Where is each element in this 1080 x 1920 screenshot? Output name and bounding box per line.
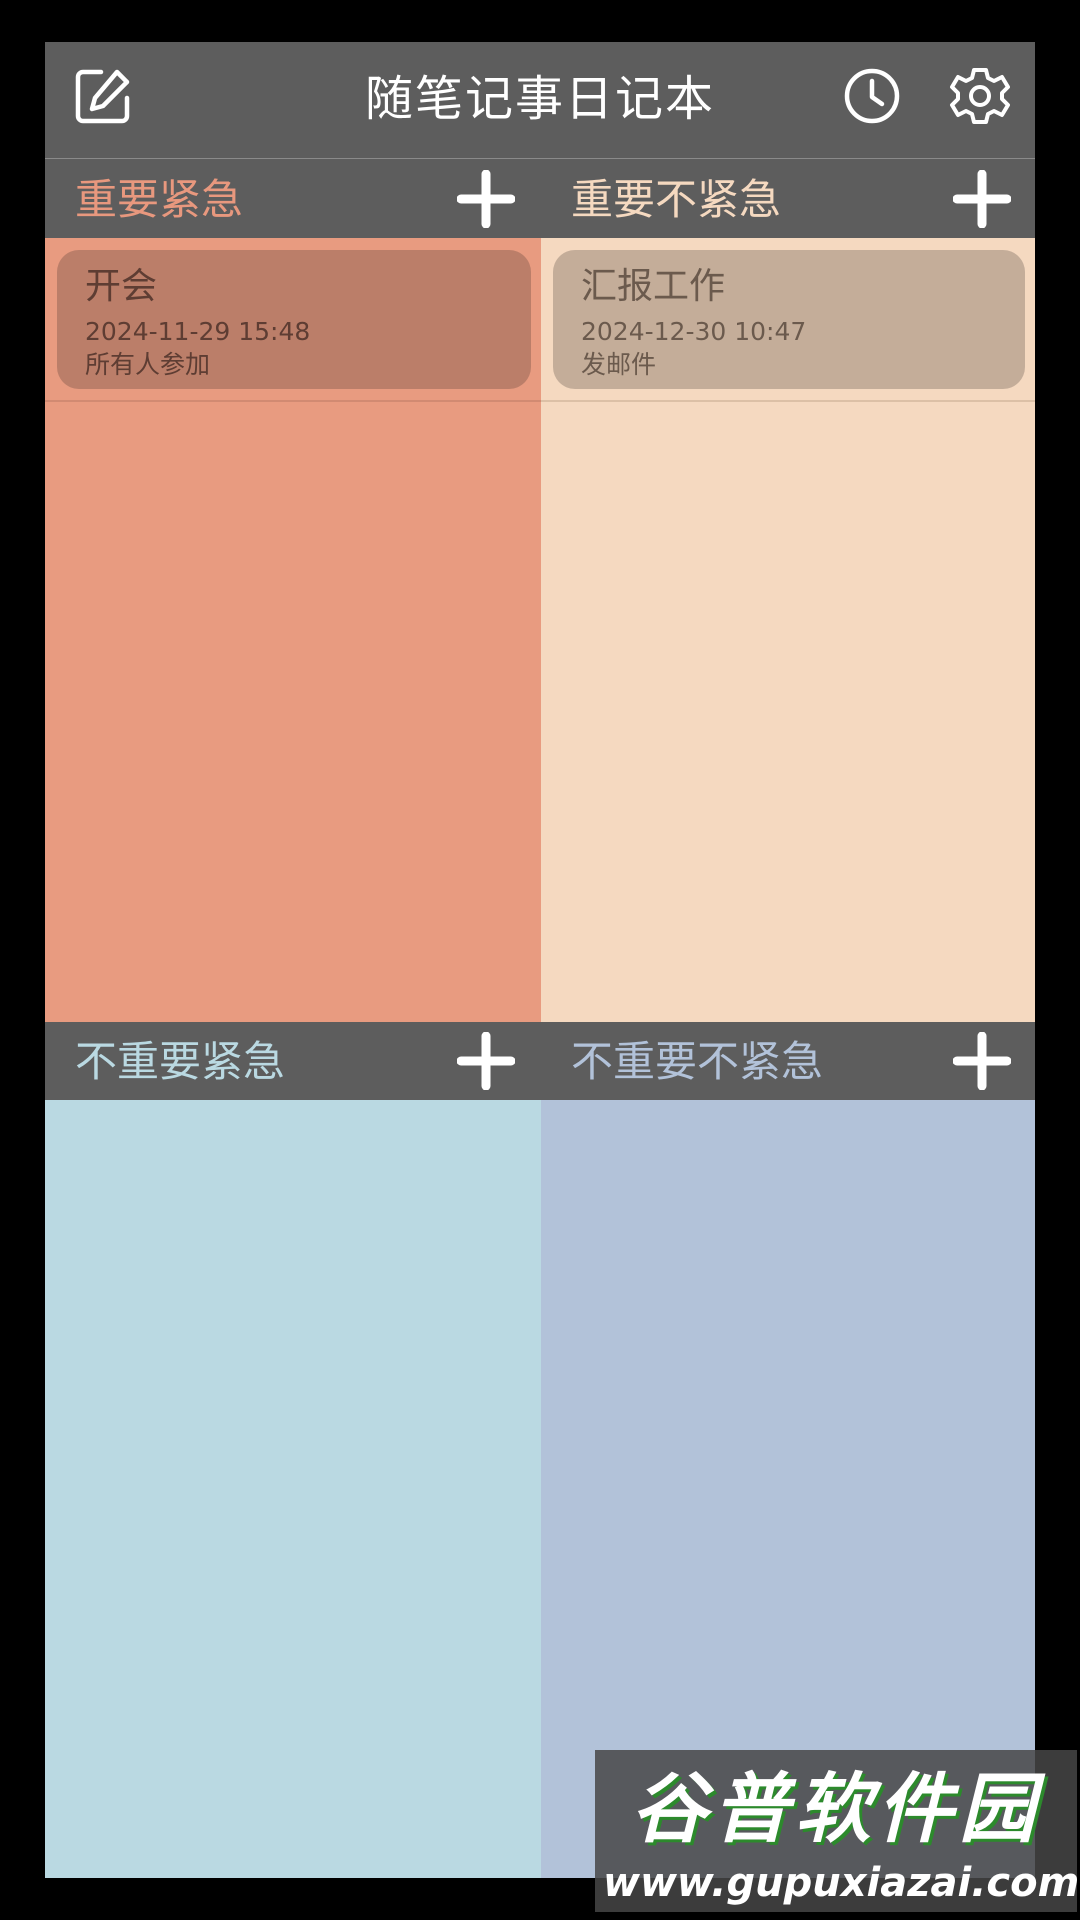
quadrant-header-important-not-urgent: 重要不紧急 (541, 160, 1035, 238)
note-title: 开会 (85, 266, 158, 307)
quadrant-important-urgent[interactable]: 开会 2024-11-29 15:48 所有人参加 (45, 238, 541, 1022)
top-bar: 随笔记事日记本 (45, 42, 1035, 159)
note-title: 汇报工作 (581, 266, 726, 307)
note-description: 发邮件 (581, 350, 657, 379)
quadrant-header-not-important-not-urgent: 不重要不紧急 (541, 1022, 1035, 1100)
watermark-logo: 谷普软件园 www.gupuxiazai.com (595, 1750, 1080, 1912)
watermark-text: 谷普软件园 (631, 1764, 1041, 1853)
quadrant-title: 不重要不紧急 (571, 1037, 824, 1086)
note-datetime: 2024-11-29 15:48 (85, 317, 311, 346)
quadrant-header-not-important-urgent: 不重要紧急 (45, 1022, 541, 1100)
quadrant-title: 重要紧急 (75, 175, 244, 224)
add-note-button[interactable] (457, 170, 515, 228)
divider (541, 400, 1035, 402)
quadrant-header-important-urgent: 重要紧急 (45, 160, 541, 238)
add-note-button[interactable] (953, 1032, 1011, 1090)
clock-icon[interactable] (840, 64, 904, 128)
watermark-url: www.gupuxiazai.com (603, 1860, 1080, 1906)
note-datetime: 2024-12-30 10:47 (581, 317, 807, 346)
quadrant-title: 重要不紧急 (571, 175, 782, 224)
note-card[interactable]: 汇报工作 2024-12-30 10:47 发邮件 (553, 250, 1025, 389)
quadrant-title: 不重要紧急 (75, 1037, 286, 1086)
add-note-button[interactable] (953, 170, 1011, 228)
app-screen: 随笔记事日记本 重要紧急 重要不紧急 开会 2024-11-29 15:48 所… (45, 42, 1035, 1878)
quadrant-not-important-urgent[interactable] (45, 1100, 541, 1878)
gear-icon[interactable] (948, 64, 1012, 128)
divider (45, 400, 541, 402)
add-note-button[interactable] (457, 1032, 515, 1090)
note-card[interactable]: 开会 2024-11-29 15:48 所有人参加 (57, 250, 531, 389)
quadrant-important-not-urgent[interactable]: 汇报工作 2024-12-30 10:47 发邮件 (541, 238, 1035, 1022)
note-description: 所有人参加 (85, 350, 211, 379)
